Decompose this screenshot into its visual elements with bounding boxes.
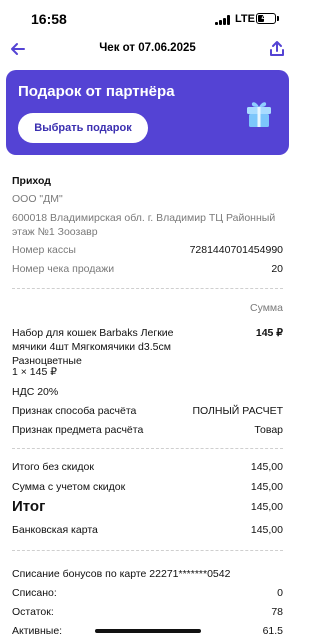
payment-subject-row: Признак предмета расчёта Товар	[12, 423, 283, 437]
home-indicator[interactable]	[95, 629, 201, 633]
total-with-discount-value: 145,00	[250, 481, 283, 493]
bank-card-label: Банковская карта	[12, 524, 98, 536]
choose-gift-button[interactable]: Выбрать подарок	[18, 113, 148, 143]
bonus-header-row: Списание бонусов по карте 22271*******05…	[12, 567, 283, 581]
total-with-discount-row: Сумма с учетом скидок 145,00	[12, 480, 283, 494]
grand-total-value: 145,00	[250, 501, 283, 513]
partner-gift-banner: Подарок от партнёра Выбрать подарок	[6, 70, 289, 155]
bonus-active-value: 61.5	[262, 625, 283, 637]
receipt-number-value: 20	[271, 263, 283, 275]
status-bar: 16:58 LTE 40	[0, 0, 295, 38]
total-no-discount-label: Итого без скидок	[12, 461, 94, 473]
grand-total-label: Итог	[12, 498, 46, 515]
cellular-signal-icon	[215, 15, 231, 25]
grand-total-row: Итог 145,00	[12, 498, 283, 516]
share-icon[interactable]	[267, 39, 287, 59]
total-with-discount-label: Сумма с учетом скидок	[12, 481, 126, 493]
bonus-balance-value: 78	[271, 606, 283, 618]
item-quantity: 1 × 145 ₽	[12, 366, 57, 378]
payment-method-row: Признак способа расчёта ПОЛНЫЙ РАСЧЕТ	[12, 404, 283, 418]
register-number-row: Номер кассы 7281440701454990	[12, 243, 283, 257]
bonus-spent-label: Списано:	[12, 587, 57, 599]
status-time: 16:58	[31, 11, 67, 27]
nav-bar: Чек от 07.06.2025	[0, 38, 295, 62]
organization-name: ООО "ДМ"	[12, 193, 63, 205]
bank-card-row: Банковская карта 145,00	[12, 523, 283, 537]
register-label: Номер кассы	[12, 244, 76, 256]
bonus-balance-row: Остаток: 78	[12, 605, 283, 619]
promo-title: Подарок от партнёра	[18, 83, 175, 100]
store-address: 600018 Владимирская обл. г. Владимир ТЦ …	[12, 212, 276, 238]
bank-card-value: 145,00	[250, 524, 283, 536]
payment-method-value: ПОЛНЫЙ РАСЧЕТ	[192, 405, 283, 417]
register-value: 7281440701454990	[189, 244, 283, 256]
sum-header-row: Сумма	[12, 301, 283, 315]
divider	[12, 288, 283, 289]
payment-subject-label: Признак предмета расчёта	[12, 424, 144, 436]
receipt-number-label: Номер чека продажи	[12, 263, 115, 275]
payment-subject-value: Товар	[254, 424, 283, 436]
operation-type: Приход	[12, 175, 51, 187]
sum-header: Сумма	[250, 302, 283, 314]
battery-level: 40	[261, 13, 271, 22]
total-no-discount-row: Итого без скидок 145,00	[12, 460, 283, 474]
battery-tip	[277, 16, 279, 21]
payment-method-label: Признак способа расчёта	[12, 405, 137, 417]
item-price-row: 145 ₽	[12, 326, 283, 340]
vat-rate: НДС 20%	[12, 386, 59, 398]
network-type: LTE	[235, 13, 255, 25]
battery-icon: 40	[256, 13, 276, 24]
vat-row: НДС 20%	[12, 385, 283, 399]
bonus-header: Списание бонусов по карте 22271*******05…	[12, 568, 231, 580]
bonus-spent-value: 0	[277, 587, 283, 599]
bonus-spent-row: Списано: 0	[12, 586, 283, 600]
divider	[12, 550, 283, 551]
bonus-active-label: Активные:	[12, 625, 63, 637]
item-quantity-row: 1 × 145 ₽	[12, 365, 283, 379]
gift-icon	[244, 100, 274, 128]
bonus-balance-label: Остаток:	[12, 606, 54, 618]
total-no-discount-value: 145,00	[250, 461, 283, 473]
divider	[12, 448, 283, 449]
page-title: Чек от 07.06.2025	[99, 42, 196, 54]
receipt-number-row: Номер чека продажи 20	[12, 262, 283, 276]
item-price: 145 ₽	[255, 327, 283, 339]
